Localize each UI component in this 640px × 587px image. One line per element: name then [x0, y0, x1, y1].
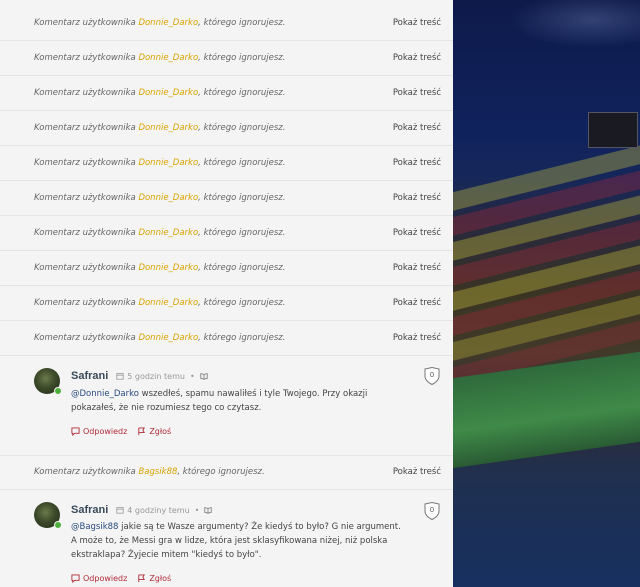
ignored-comment-row: Komentarz użytkownika Donnie_Darko, któr… — [0, 41, 453, 76]
online-status-dot — [54, 387, 62, 395]
ignored-comment-text: Komentarz użytkownika Donnie_Darko, któr… — [34, 18, 286, 28]
ignored-comment-text: Komentarz użytkownika Donnie_Darko, któr… — [34, 298, 286, 308]
flag-icon — [138, 574, 146, 583]
comment-score-badge[interactable]: 0 — [424, 501, 440, 521]
show-content-button[interactable]: Pokaż treść — [393, 88, 441, 98]
comment-header: Safrani 5 godzin temu • — [71, 370, 208, 382]
book-icon[interactable] — [204, 506, 212, 514]
calendar-icon — [116, 507, 124, 514]
report-button[interactable]: Zgłoś — [137, 427, 171, 436]
ignored-comment-text: Komentarz użytkownika Donnie_Darko, któr… — [34, 193, 286, 203]
comment-time[interactable]: 4 godziny temu — [127, 506, 189, 515]
report-button[interactable]: Zgłoś — [137, 574, 171, 583]
comment-score: 0 — [429, 506, 435, 514]
comment-author[interactable]: Safrani — [71, 504, 108, 516]
show-content-button[interactable]: Pokaż treść — [393, 53, 441, 63]
ignored-comment-row: Komentarz użytkownika Bagsik88, którego … — [0, 455, 453, 490]
user-mention-link[interactable]: @Bagsik88 — [71, 522, 118, 532]
show-content-button[interactable]: Pokaż treść — [393, 467, 441, 477]
comment-score: 0 — [429, 371, 435, 379]
ignored-comment-row: Komentarz użytkownika Donnie_Darko, któr… — [0, 111, 453, 146]
online-status-dot — [54, 521, 62, 529]
ignored-comment-row: Komentarz użytkownika Donnie_Darko, któr… — [0, 181, 453, 216]
comment-time[interactable]: 5 godzin temu — [127, 372, 185, 381]
comment-actions: Odpowiedz Zgłoś — [71, 574, 171, 583]
avatar[interactable] — [34, 502, 62, 529]
reply-button[interactable]: Odpowiedz — [71, 427, 127, 436]
comments-panel: Komentarz użytkownika Donnie_Darko, któr… — [0, 0, 453, 587]
comment-score-badge[interactable]: 0 — [424, 366, 440, 386]
show-content-button[interactable]: Pokaż treść — [393, 193, 441, 203]
comment-body: @Donnie_Darko wszedłeś, spamu nawaliłeś … — [71, 389, 368, 413]
ignored-comment-row: Komentarz użytkownika Donnie_Darko, któr… — [0, 321, 453, 356]
reply-button[interactable]: Odpowiedz — [71, 574, 127, 583]
comment-meta: 4 godziny temu • — [116, 506, 212, 515]
calendar-icon — [116, 373, 124, 380]
ignored-comment-text: Komentarz użytkownika Donnie_Darko, któr… — [34, 53, 286, 63]
comment-author[interactable]: Safrani — [71, 370, 108, 382]
stadium-background-image — [453, 0, 640, 587]
comment-meta: 5 godzin temu • — [116, 372, 208, 381]
ignored-comment-row: Komentarz użytkownika Donnie_Darko, któr… — [0, 286, 453, 321]
comment-body: @Bagsik88 jakie są te Wasze argumenty? Ż… — [71, 522, 401, 560]
show-content-button[interactable]: Pokaż treść — [393, 333, 441, 343]
ignored-comment-row: Komentarz użytkownika Donnie_Darko, któr… — [0, 216, 453, 251]
ignored-comment-text: Komentarz użytkownika Donnie_Darko, któr… — [34, 158, 286, 168]
user-mention-link[interactable]: @Donnie_Darko — [71, 389, 139, 399]
comment-icon — [71, 574, 80, 583]
show-content-button[interactable]: Pokaż treść — [393, 263, 441, 273]
flag-icon — [138, 427, 146, 436]
ignored-comment-text: Komentarz użytkownika Bagsik88, którego … — [34, 467, 265, 477]
show-content-button[interactable]: Pokaż treść — [393, 123, 441, 133]
ignored-comment-text: Komentarz użytkownika Donnie_Darko, któr… — [34, 123, 286, 133]
ignored-comment-text: Komentarz użytkownika Donnie_Darko, któr… — [34, 88, 286, 98]
avatar[interactable] — [34, 368, 62, 395]
ignored-comment-text: Komentarz użytkownika Donnie_Darko, któr… — [34, 333, 286, 343]
ignored-comment-text: Komentarz użytkownika Donnie_Darko, któr… — [34, 263, 286, 273]
ignored-comment-row: Komentarz użytkownika Donnie_Darko, któr… — [0, 76, 453, 111]
ignored-comment-row: Komentarz użytkownika Donnie_Darko, któr… — [0, 251, 453, 286]
comment-actions: Odpowiedz Zgłoś — [71, 427, 171, 436]
ignored-comment-text: Komentarz użytkownika Donnie_Darko, któr… — [34, 228, 286, 238]
book-icon[interactable] — [200, 372, 208, 380]
show-content-button[interactable]: Pokaż treść — [393, 158, 441, 168]
comment-header: Safrani 4 godziny temu • — [71, 504, 212, 516]
ignored-comment-row: Komentarz użytkownika Donnie_Darko, któr… — [0, 146, 453, 181]
show-content-button[interactable]: Pokaż treść — [393, 228, 441, 238]
scoreboard — [588, 112, 638, 148]
comment-icon — [71, 427, 80, 436]
ignored-comment-row: Komentarz użytkownika Donnie_Darko, któr… — [0, 6, 453, 41]
show-content-button[interactable]: Pokaż treść — [393, 18, 441, 28]
show-content-button[interactable]: Pokaż treść — [393, 298, 441, 308]
